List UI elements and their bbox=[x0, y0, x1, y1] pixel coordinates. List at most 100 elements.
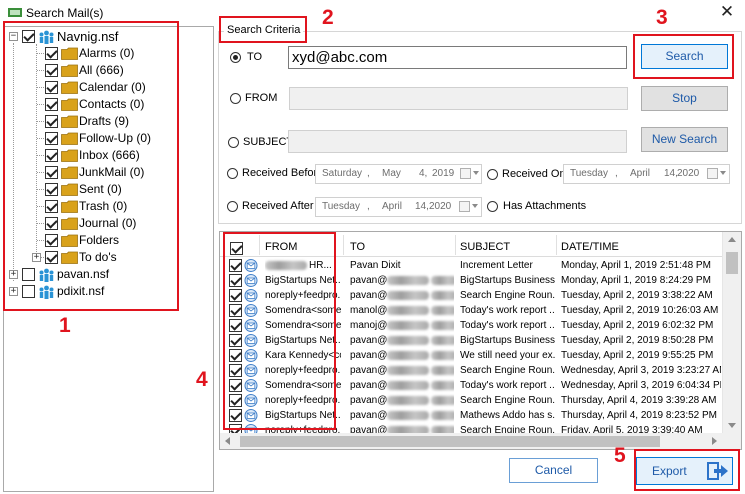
cell-date: Monday, April 1, 2019 8:24:29 PM bbox=[561, 275, 711, 286]
received-before-date-picker[interactable]: Saturday , May 4, 2019 bbox=[315, 164, 482, 184]
cell-to-text: pavan@ bbox=[350, 290, 388, 301]
has-attachments-radio[interactable] bbox=[487, 201, 498, 212]
redacted-text bbox=[431, 275, 454, 285]
cell-to: pavan@ bbox=[350, 378, 454, 393]
column-separator bbox=[556, 235, 557, 255]
vertical-scrollbar[interactable] bbox=[722, 232, 741, 433]
to-radio[interactable] bbox=[230, 52, 241, 63]
redacted-text bbox=[387, 275, 430, 285]
from-field[interactable] bbox=[289, 87, 628, 110]
calendar-icon bbox=[707, 168, 718, 179]
annotation-box-search-criteria bbox=[219, 16, 307, 43]
cell-subject: Today's work report ... bbox=[460, 380, 555, 391]
redacted-text bbox=[387, 410, 430, 420]
cell-to-text: pavan@ bbox=[350, 380, 388, 391]
subject-radio[interactable] bbox=[228, 137, 239, 148]
received-before-radio[interactable] bbox=[227, 168, 238, 179]
chevron-down-icon bbox=[472, 204, 478, 208]
cell-date: Tuesday, April 2, 2019 3:38:22 AM bbox=[561, 290, 713, 301]
annotation-box-search-button bbox=[633, 34, 734, 79]
redacted-text bbox=[387, 320, 430, 330]
to-label: TO bbox=[247, 51, 263, 63]
cell-date: Thursday, April 4, 2019 8:23:52 PM bbox=[561, 410, 718, 421]
scroll-left-icon[interactable] bbox=[225, 437, 230, 445]
received-before-sep: , bbox=[367, 168, 370, 179]
chevron-down-icon bbox=[473, 171, 479, 175]
received-on-label: Received On bbox=[502, 168, 566, 180]
redacted-text bbox=[387, 380, 430, 390]
from-radio[interactable] bbox=[230, 93, 241, 104]
to-field[interactable]: xyd@abc.com bbox=[288, 46, 627, 69]
cell-date: Monday, April 1, 2019 2:51:48 PM bbox=[561, 260, 711, 271]
redacted-text bbox=[387, 350, 430, 360]
cell-subject: Mathews Addo has s... bbox=[460, 410, 555, 421]
annotation-number: 2 bbox=[322, 6, 334, 29]
received-after-year: 2020 bbox=[429, 201, 452, 212]
redacted-text bbox=[431, 365, 454, 375]
received-on-day: 14, bbox=[664, 168, 678, 179]
new-search-button[interactable]: New Search bbox=[641, 127, 728, 152]
cell-to-text: pavan@ bbox=[350, 350, 388, 361]
column-header-date[interactable]: DATE/TIME bbox=[561, 241, 619, 253]
cell-to: pavan@ bbox=[350, 273, 454, 288]
redacted-text bbox=[387, 395, 430, 405]
cell-subject: Search Engine Roun... bbox=[460, 395, 555, 406]
window-title: Search Mail(s) bbox=[26, 6, 104, 20]
received-on-date-picker[interactable]: Tuesday , April 14, 2020 bbox=[563, 164, 730, 184]
cell-date: Tuesday, April 2, 2019 8:50:28 PM bbox=[561, 335, 714, 346]
received-on-month: April bbox=[630, 168, 651, 179]
chevron-down-icon bbox=[720, 171, 726, 175]
cancel-button[interactable]: Cancel bbox=[509, 458, 598, 483]
cell-to: pavan@ bbox=[350, 288, 454, 303]
annotation-box-export-button bbox=[634, 449, 740, 491]
annotation-number: 5 bbox=[614, 444, 626, 467]
received-after-weekday: Tuesday bbox=[322, 201, 360, 212]
redacted-text bbox=[387, 305, 430, 315]
cell-to-text: pavan@ bbox=[350, 410, 388, 421]
annotation-number: 3 bbox=[656, 6, 668, 29]
received-on-radio[interactable] bbox=[487, 169, 498, 180]
received-after-radio[interactable] bbox=[227, 201, 238, 212]
cell-to: Pavan Dixit bbox=[350, 258, 454, 273]
cell-to-text: pavan@ bbox=[350, 395, 388, 406]
redacted-text bbox=[431, 335, 454, 345]
close-icon[interactable]: ✕ bbox=[716, 2, 738, 22]
subject-label: SUBJECT bbox=[243, 136, 294, 148]
cell-date: Tuesday, April 2, 2019 6:02:32 PM bbox=[561, 320, 714, 331]
scroll-down-icon[interactable] bbox=[728, 423, 736, 428]
annotation-box-from-column bbox=[223, 232, 336, 430]
cell-date: Thursday, April 4, 2019 3:39:28 AM bbox=[561, 395, 717, 406]
app-icon bbox=[8, 8, 22, 17]
cell-to: pavan@ bbox=[350, 408, 454, 423]
cell-to-text: manol@ bbox=[350, 305, 388, 316]
received-after-day: 14, bbox=[415, 201, 429, 212]
calendar-icon bbox=[460, 168, 471, 179]
scroll-up-icon[interactable] bbox=[728, 237, 736, 242]
calendar-icon bbox=[459, 201, 470, 212]
column-header-to[interactable]: TO bbox=[350, 241, 365, 253]
subject-field[interactable] bbox=[288, 130, 627, 153]
cell-subject: We still need your ex... bbox=[460, 350, 555, 361]
received-after-date-picker[interactable]: Tuesday , April 14, 2020 bbox=[315, 197, 482, 217]
scroll-thumb[interactable] bbox=[240, 436, 660, 447]
annotation-box-folder-tree bbox=[3, 21, 179, 311]
received-before-day: 4, bbox=[419, 168, 428, 179]
scroll-right-icon[interactable] bbox=[712, 437, 717, 445]
redacted-text bbox=[431, 380, 454, 390]
cell-to: manoj@ bbox=[350, 318, 454, 333]
column-header-subject[interactable]: SUBJECT bbox=[460, 241, 510, 253]
redacted-text bbox=[431, 395, 454, 405]
horizontal-scrollbar[interactable] bbox=[220, 433, 722, 449]
redacted-text bbox=[387, 290, 430, 300]
redacted-text bbox=[431, 410, 454, 420]
redacted-text bbox=[431, 350, 454, 360]
cell-to: pavan@ bbox=[350, 393, 454, 408]
received-before-weekday: Saturday bbox=[322, 168, 363, 179]
received-after-label: Received After bbox=[242, 200, 314, 212]
from-label: FROM bbox=[245, 92, 278, 104]
cell-to: manol@ bbox=[350, 303, 454, 318]
cell-to-text: pavan@ bbox=[350, 335, 388, 346]
scroll-thumb[interactable] bbox=[726, 252, 738, 274]
stop-button[interactable]: Stop bbox=[641, 86, 728, 111]
received-before-label: Received Before bbox=[242, 167, 324, 179]
